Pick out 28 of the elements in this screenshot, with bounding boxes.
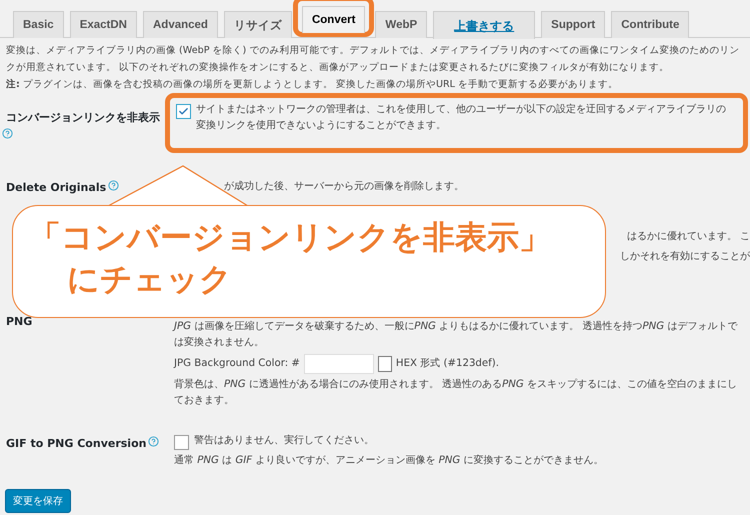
setting-note: 背景色は、PNG に透過性がある場合にのみ使用されます。 透過性のあるPNG をスキップするには、この値を空白のままにしておきます。 [174, 378, 738, 408]
callout-text: にチェック [66, 259, 233, 300]
setting-description: しかそれを有効にすることが [620, 250, 750, 264]
setting-description: JPG は画像を圧縮してデータを破棄するため、一般にPNG よりもはるかに優れています。 透過性を持つPNG はデフォルトでは変換されません。 [174, 320, 738, 350]
field-hint: HEX 形式 (#123def). [396, 356, 499, 371]
setting-label: GIF to PNG Conversion [5, 436, 146, 451]
tab[interactable]: Support [541, 11, 606, 38]
setting-description: が成功した後、サーバーから元の画像を削除します。 [224, 180, 464, 194]
setting-description: 通常 PNG は GIF より良いですが、アニメーション画像を PNG に変換することができません。 [174, 454, 605, 468]
tab-link[interactable]: 上書きする [433, 11, 536, 39]
setting-label: Delete Originals [5, 180, 106, 195]
intro-text: 変換は、メディアライブラリ内の画像 (WebP を除く) でのみ利用可能です。デフォルトでは、メディアライブラリ内のすべての画像にワンタイム変換のためのリンクが用意されています。 以下のそれぞれの変換操作をオンにすると、画像がアップロードまたは変更されるたびに変換フィルタが有効になります。 [6, 44, 740, 75]
tab[interactable]: リサイズ [224, 11, 292, 38]
intro-text: 注: プラグインは、画像を含む投稿の画像の場所を更新しようとします。 変換した画像の場所やURL を手動で更新する必要があります。 [6, 78, 620, 92]
setting-label: コンバージョンリンクを非表示 [5, 110, 160, 125]
callout-text: 「コンバージョンリンクを非表示」 [29, 217, 552, 258]
field-label: JPG Background Color: # [174, 357, 300, 371]
tab[interactable]: Contribute [611, 11, 690, 38]
checkbox-label: サイトまたはネットワークの管理者は、これを使用して、他のユーザーが以下の設定を迂回するメディアライブラリの変換リンクを使用できないようにすることができます。 [196, 102, 727, 133]
tab[interactable]: Advanced [143, 11, 218, 38]
save-button[interactable]: 変更を保存 [5, 489, 71, 513]
setting-description: はるかに優れています。 こ [626, 230, 750, 244]
tab[interactable]: Basic [13, 11, 64, 38]
checkbox-label: 警告はありません、実行してください。 [194, 434, 374, 448]
tab[interactable]: ExactDN [70, 11, 137, 38]
tab[interactable]: Convert [302, 6, 366, 33]
setting-label: PNG [5, 314, 32, 329]
tab[interactable]: WebP [375, 11, 428, 38]
